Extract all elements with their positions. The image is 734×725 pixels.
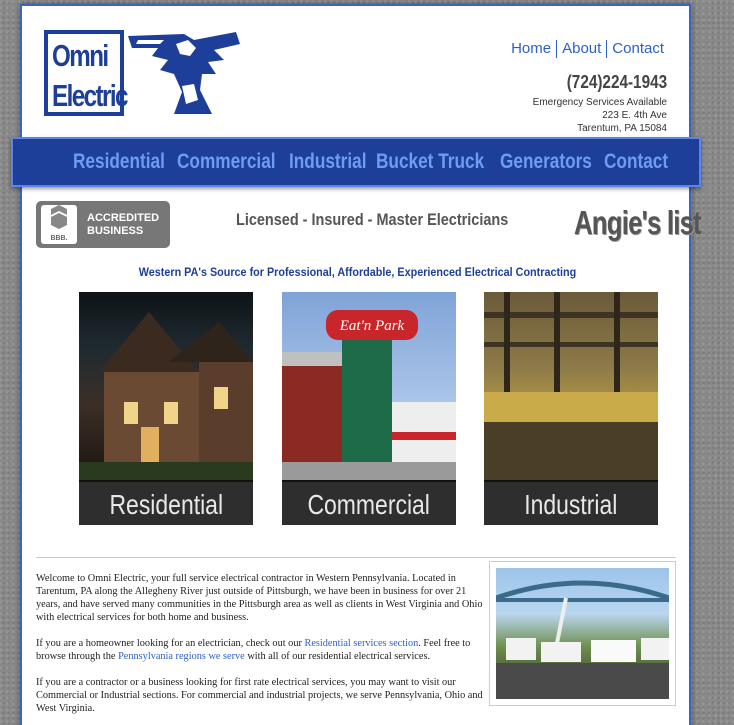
top-link-about[interactable]: About — [559, 40, 604, 57]
nav-item-bucket-truck[interactable]: Bucket Truck — [376, 150, 484, 174]
street-address: 223 E. 4th Ave — [602, 110, 667, 121]
intro-text: Welcome to Omni Electric, your full serv… — [36, 572, 488, 725]
tile-caption-industrial: Industrial — [484, 480, 658, 525]
licensed-tagline: Licensed - Insured - Master Electricians — [236, 210, 509, 229]
logo-line-2: Electric — [52, 78, 128, 113]
bbb-seal-label: BBB. — [50, 235, 68, 242]
top-link-contact[interactable]: Contact — [609, 40, 667, 57]
top-link-home[interactable]: Home — [508, 40, 554, 57]
logo-text-box: Omni Electric — [44, 30, 128, 116]
nav-item-industrial[interactable]: Industrial — [289, 150, 367, 174]
bbb-seal-icon: BBB. — [41, 205, 77, 244]
bbb-line-1: ACCREDITED — [87, 211, 160, 224]
phone-number[interactable]: (724)224-1943 — [567, 72, 667, 93]
tile-commercial[interactable]: Eat'n Park Commercial — [282, 292, 456, 525]
top-links: Home About Contact — [508, 40, 667, 59]
main-nav: Residential Commercial Industrial Bucket… — [11, 137, 701, 187]
city-state-zip: Tarentum, PA 15084 — [577, 123, 667, 134]
intro-paragraph-1: Welcome to Omni Electric, your full serv… — [36, 573, 483, 623]
pennsylvania-regions-link[interactable]: Pennsylvania regions we serve — [118, 651, 245, 662]
tile-caption-residential: Residential — [79, 480, 253, 525]
omni-electric-logo[interactable]: Omni Electric — [44, 30, 244, 116]
residential-house-image — [79, 292, 253, 480]
tile-residential[interactable]: Residential — [79, 292, 253, 525]
nav-item-commercial[interactable]: Commercial — [177, 150, 276, 174]
nav-item-generators[interactable]: Generators — [500, 150, 592, 174]
intro-paragraph-3: If you are a contractor or a business lo… — [36, 677, 483, 714]
bbb-accredited-badge[interactable]: BBB. ACCREDITED BUSINESS — [36, 201, 170, 248]
intro-paragraph-2: If you are a homeowner looking for an el… — [36, 638, 471, 662]
residential-services-link[interactable]: Residential services section — [304, 638, 418, 649]
page-subheading: Western PA's Source for Professional, Af… — [138, 265, 577, 279]
address-block: Emergency Services Available 223 E. 4th … — [533, 96, 667, 135]
tile-industrial[interactable]: Industrial — [484, 292, 658, 525]
nav-item-residential[interactable]: Residential — [73, 150, 165, 174]
commercial-restaurant-image: Eat'n Park — [282, 292, 456, 480]
logo-line-1: Omni — [52, 38, 109, 73]
page-container: Omni Electric Home About Contact (724)224-… — [11, 4, 702, 725]
nav-item-contact[interactable]: Contact — [604, 150, 668, 174]
bucket-trucks-photo — [489, 561, 676, 706]
angies-list-logo[interactable]: Angie's list — [574, 204, 702, 242]
bbb-line-2: BUSINESS — [87, 224, 144, 237]
emergency-services-text: Emergency Services Available — [532, 97, 667, 108]
lightning-figure-icon — [128, 32, 240, 114]
tile-caption-commercial: Commercial — [282, 480, 456, 525]
eatnpark-sign-text: Eat'n Park — [339, 318, 405, 334]
industrial-plant-image — [484, 292, 658, 480]
